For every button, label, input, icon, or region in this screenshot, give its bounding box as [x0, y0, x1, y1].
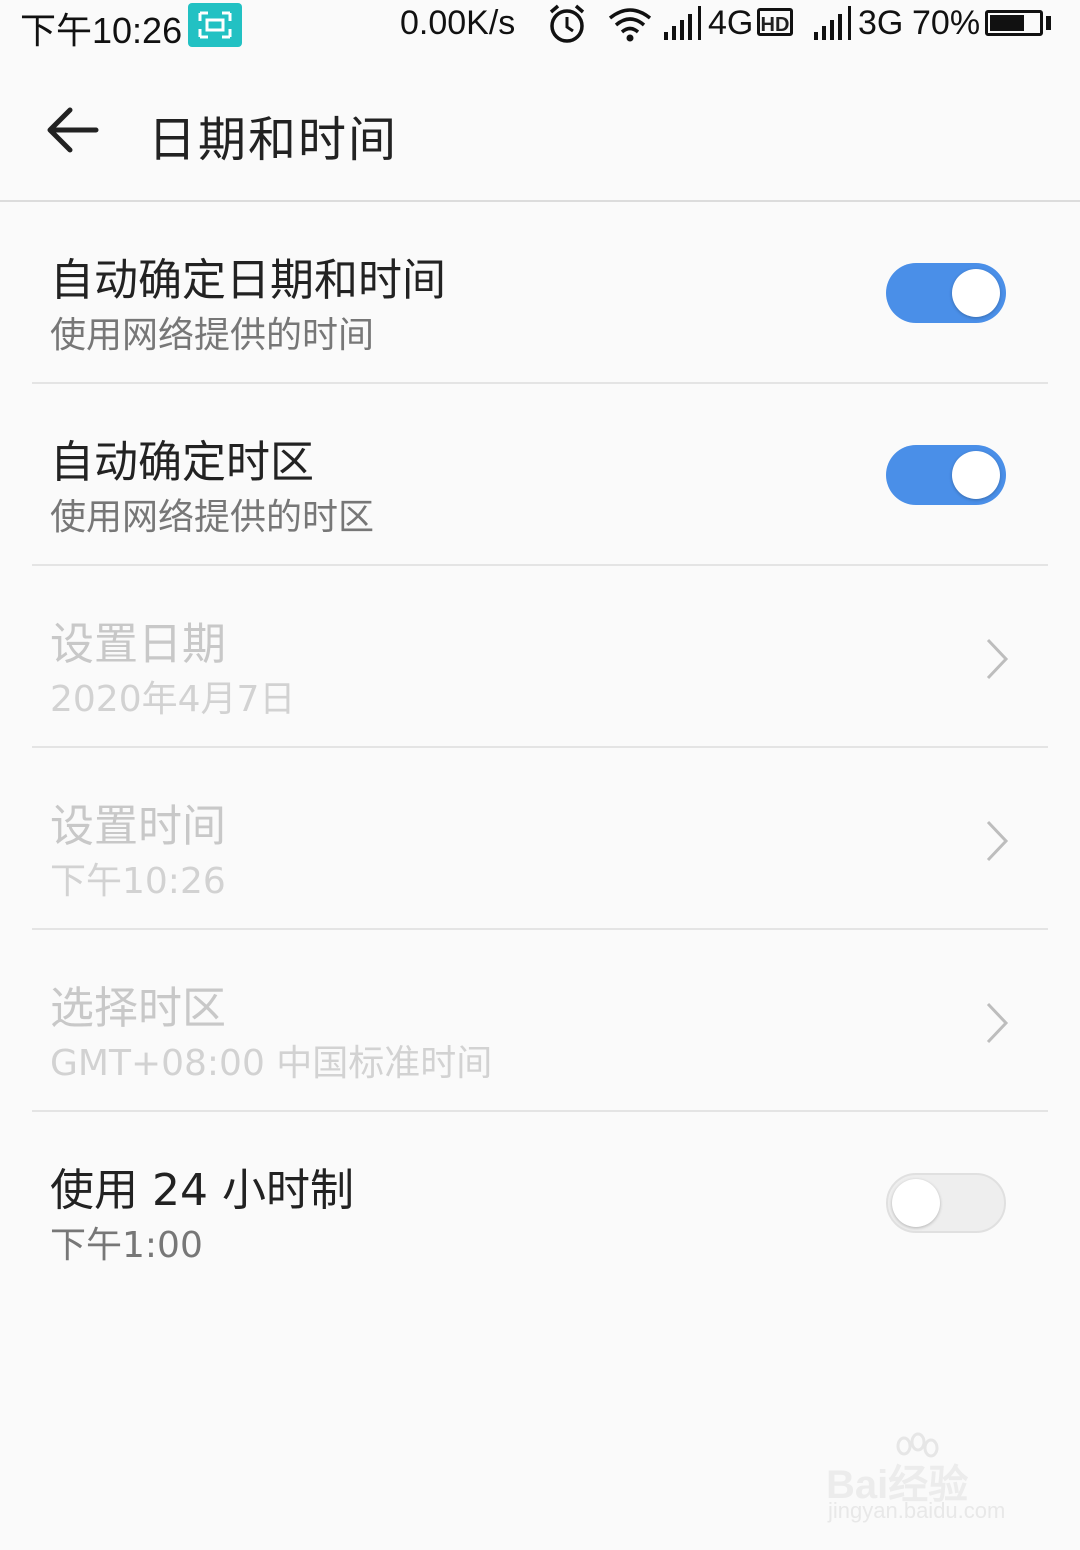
battery-icon [985, 10, 1043, 36]
setting-title: 自动确定日期和时间 [50, 255, 446, 306]
setting-title: 设置时间 [50, 801, 226, 852]
network-type-4g: 4G [708, 4, 754, 42]
alarm-clock-icon [545, 2, 589, 51]
arrow-left-icon [47, 107, 99, 153]
signal-strength-icon [662, 4, 706, 49]
auto-date-time-toggle[interactable] [886, 263, 1006, 323]
back-button[interactable] [30, 90, 110, 170]
setting-title: 选择时区 [50, 983, 226, 1034]
app-bar: 日期和时间 [0, 60, 1080, 200]
24-hour-toggle[interactable] [886, 1173, 1006, 1233]
status-time: 下午10:26 [20, 10, 183, 51]
network-speed: 0.00K/s [400, 4, 516, 42]
setting-subtitle: 使用网络提供的时间 [50, 315, 375, 356]
setting-subtitle: 使用网络提供的时区 [50, 497, 375, 538]
network-type-3g: 3G [858, 4, 904, 42]
signal-strength-icon [812, 4, 856, 49]
chevron-right-icon [986, 638, 1009, 680]
status-bar: 下午10:26 0.00K/s 4G HD 3G 70% [0, 0, 1080, 51]
screen-scan-icon [188, 3, 242, 47]
toggle-knob [952, 269, 1000, 317]
setting-subtitle: 下午10:26 [50, 861, 226, 902]
setting-select-timezone[interactable]: 选择时区 GMT+08:00 中国标准时间 [0, 930, 1080, 1112]
hd-badge: HD [757, 8, 793, 36]
chevron-right-icon [986, 820, 1009, 862]
setting-subtitle: 下午1:00 [50, 1225, 203, 1266]
toggle-knob [892, 1179, 940, 1227]
battery-level-fill [990, 15, 1024, 31]
wifi-icon [606, 4, 654, 49]
setting-title: 设置日期 [50, 619, 226, 670]
page-title: 日期和时间 [148, 112, 399, 168]
watermark-url: jingyan.baidu.com [828, 1498, 1006, 1523]
setting-subtitle: GMT+08:00 中国标准时间 [50, 1043, 493, 1084]
setting-auto-timezone[interactable]: 自动确定时区 使用网络提供的时区 [0, 384, 1080, 566]
setting-title: 自动确定时区 [50, 437, 314, 488]
toggle-knob [952, 451, 1000, 499]
setting-subtitle: 2020年4月7日 [50, 679, 296, 720]
chevron-right-icon [986, 1002, 1009, 1044]
battery-percent: 70% [912, 4, 981, 42]
battery-terminal [1046, 16, 1051, 30]
setting-auto-date-time[interactable]: 自动确定日期和时间 使用网络提供的时间 [0, 202, 1080, 384]
setting-set-date[interactable]: 设置日期 2020年4月7日 [0, 566, 1080, 748]
setting-24-hour[interactable]: 使用 24 小时制 下午1:00 [0, 1112, 1080, 1294]
setting-title: 使用 24 小时制 [50, 1165, 354, 1216]
auto-timezone-toggle[interactable] [886, 445, 1006, 505]
baidu-jingyan-watermark: Bai经验 jingyan.baidu.com [826, 1432, 1026, 1532]
setting-set-time[interactable]: 设置时间 下午10:26 [0, 748, 1080, 930]
